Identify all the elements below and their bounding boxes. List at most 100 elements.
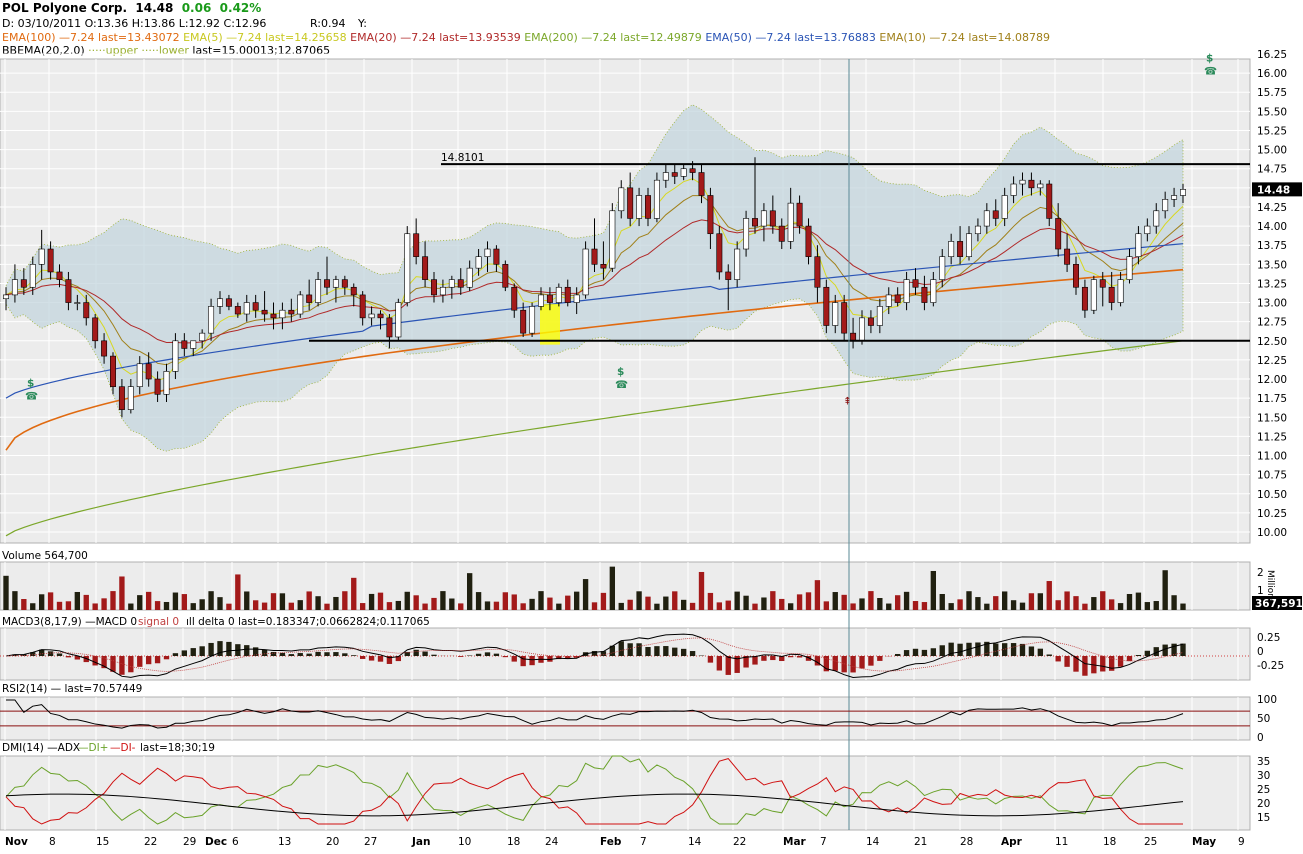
macd-delta-title: ıll delta 0 last=0.183347;0.0662824;0.11… <box>186 616 430 628</box>
candle-body <box>903 279 910 303</box>
volume-bar <box>368 593 375 610</box>
candle-body <box>1135 233 1142 257</box>
macd-histogram-bar <box>1037 648 1044 656</box>
dividend-marker: $ <box>1206 53 1213 65</box>
x-tick-label: 22 <box>733 836 746 848</box>
macd-histogram-bar <box>128 656 134 673</box>
candle-body <box>20 279 27 288</box>
candle-body <box>948 241 955 257</box>
candle-body <box>636 195 643 219</box>
macd-histogram-bar <box>761 656 767 661</box>
candle-body <box>912 279 919 288</box>
volume-bar <box>796 594 803 610</box>
x-tick-label: 24 <box>545 836 559 848</box>
macd-histogram-bar <box>484 652 491 656</box>
volume-bar <box>306 591 312 610</box>
event-marker: ⇞ <box>843 395 852 407</box>
candle-body <box>1055 218 1062 250</box>
x-tick-label: Dec <box>205 836 227 848</box>
candle-body <box>618 187 625 212</box>
x-tick-label: Mar <box>783 836 807 848</box>
macd-histogram-bar <box>529 656 535 666</box>
candle-body <box>760 210 767 227</box>
candle-body <box>627 187 634 219</box>
x-tick-label: Apr <box>1001 836 1023 848</box>
volume-bar <box>1046 581 1052 610</box>
volume-bar <box>288 602 295 610</box>
candle-body <box>1073 264 1079 288</box>
candle-body <box>1099 279 1106 288</box>
volume-bar <box>351 577 357 610</box>
candle-body <box>270 313 277 319</box>
dividend-marker: $ <box>27 378 34 390</box>
x-tick-label: Jan <box>411 836 430 848</box>
panel-background <box>0 627 1251 681</box>
volume-bar <box>556 603 562 610</box>
candle-body <box>261 309 268 315</box>
volume-bar <box>297 600 303 610</box>
candle-body <box>787 202 794 242</box>
macd-histogram-bar <box>796 656 803 658</box>
panel-background <box>0 561 1251 611</box>
macd-histogram-bar <box>903 650 910 656</box>
panel-background <box>0 696 1251 741</box>
macd-histogram-bar <box>511 656 517 662</box>
volume-bar <box>119 576 125 610</box>
candle-body <box>377 313 384 319</box>
volume-bar <box>1019 602 1026 610</box>
candle-body <box>395 302 402 338</box>
macd-histogram-bar <box>859 656 865 669</box>
volume-bar <box>582 579 589 610</box>
macd-histogram-bar <box>377 656 384 662</box>
candle-body <box>538 294 544 307</box>
volume-bar <box>538 591 544 610</box>
macd-histogram-bar <box>502 656 509 658</box>
volume-bar <box>663 596 669 610</box>
volume-bar <box>547 597 553 610</box>
macd-tick-label: 0.25 <box>1257 632 1280 644</box>
volume-bar <box>1073 596 1079 610</box>
candle-body <box>127 386 134 410</box>
candle-body <box>252 302 259 311</box>
volume-bar <box>627 599 633 610</box>
candle-body <box>1108 286 1115 303</box>
volume-bar <box>716 602 723 610</box>
x-tick-label: 15 <box>96 836 109 848</box>
candle-body <box>386 317 393 338</box>
volume-bar <box>1028 593 1035 610</box>
candle-body <box>591 248 598 265</box>
price-tick-label: 15.75 <box>1257 87 1287 99</box>
candle-body <box>1162 199 1169 212</box>
candle-body <box>876 306 883 326</box>
volume-bar <box>975 597 981 610</box>
volume-bar <box>636 591 642 610</box>
price-tick-label: 12.00 <box>1257 374 1287 386</box>
volume-bar <box>903 591 910 610</box>
price-tick-label: 13.50 <box>1257 259 1287 271</box>
candle-body <box>181 340 188 349</box>
candle-body <box>1117 279 1124 303</box>
candle-body <box>439 286 446 296</box>
volume-bar <box>359 603 366 610</box>
dmi-tick-label: 25 <box>1257 784 1270 796</box>
macd-histogram-bar <box>1082 656 1088 676</box>
phone-marker: ☎ <box>1204 66 1217 78</box>
dmi-title-adx: DMI(14) —ADX <box>2 742 80 754</box>
macd-histogram-bar <box>663 646 669 656</box>
volume-bar <box>957 599 963 610</box>
candle-body <box>502 264 509 288</box>
volume-bar <box>939 593 945 610</box>
candle-body <box>448 279 455 288</box>
macd-histogram-bar <box>333 652 339 656</box>
candle-body <box>859 317 865 342</box>
macd-histogram-bar <box>190 648 196 656</box>
macd-histogram-bar <box>850 656 856 673</box>
volume-bar <box>689 602 696 610</box>
volume-bar <box>21 599 27 610</box>
volume-bar <box>984 603 990 610</box>
volume-bar <box>422 603 428 610</box>
candle-body <box>11 279 18 296</box>
candle-body <box>279 309 286 319</box>
volume-bar <box>1091 597 1097 610</box>
candle-body <box>466 267 473 288</box>
